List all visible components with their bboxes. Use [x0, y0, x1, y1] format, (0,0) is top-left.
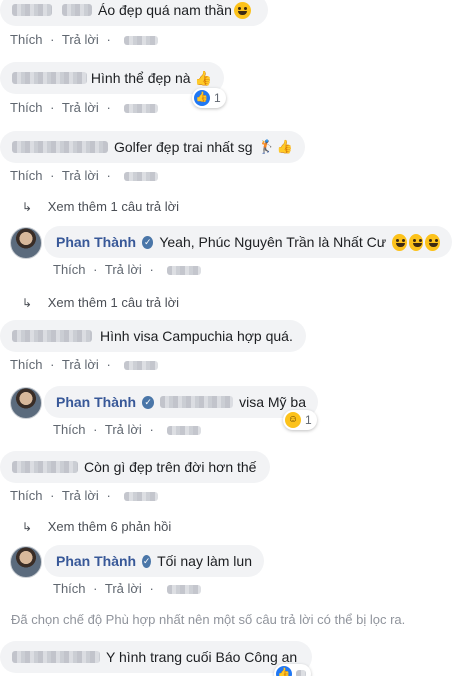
reply-bubble: Phan Thành ✓ Yeah, Phúc Nguyên Trần là N…	[44, 226, 452, 258]
view-more-replies-link[interactable]: ↳ Xem thêm 1 câu trả lời	[22, 295, 179, 310]
reply-text: Tối nay làm lun	[157, 553, 252, 569]
blurred-author-name	[12, 4, 52, 16]
blurred-author-name	[12, 141, 108, 153]
reply-actions: Thích · Trả lời ·	[53, 262, 205, 277]
comment-actions: Thích · Trả lời ·	[10, 488, 162, 503]
blurred-timestamp	[124, 361, 159, 371]
author-name[interactable]: Phan Thành	[56, 234, 136, 250]
reply-text: Yeah, Phúc Nguyên Trần là Nhất Cư	[159, 234, 387, 250]
reply-link[interactable]: Trả lời	[62, 32, 99, 47]
smile-emoji-icon	[408, 233, 424, 251]
comment-bubble: Golfer đẹp trai nhất sg 🏌 👍	[0, 131, 305, 163]
comment-bubble: Hình visa Campuchia hợp quá.	[0, 320, 306, 352]
reply-link[interactable]: Trả lời	[62, 168, 99, 183]
blurred-timestamp	[124, 172, 159, 182]
like-link[interactable]: Thích	[10, 357, 43, 372]
reply-arrow-icon: ↳	[22, 520, 33, 534]
view-more-replies-link[interactable]: ↳ Xem thêm 1 câu trả lời	[22, 199, 179, 214]
reply-bubble: Phan Thành ✓ visa Mỹ ba	[44, 386, 318, 418]
like-link[interactable]: Thích	[10, 488, 43, 503]
blurred-timestamp	[124, 36, 159, 46]
avatar[interactable]	[10, 227, 42, 259]
reply-link[interactable]: Trả lời	[105, 581, 142, 596]
smile-emoji-icon	[425, 233, 441, 251]
reply-link[interactable]: Trả lời	[105, 422, 142, 437]
verified-badge-icon: ✓	[142, 554, 152, 568]
comment-text: Hình visa Campuchia hợp quá.	[100, 328, 293, 344]
comment-bubble: Y hình trang cuối Báo Công an	[0, 641, 312, 673]
author-name[interactable]: Phan Thành	[56, 553, 136, 569]
blurred-timestamp	[167, 426, 202, 436]
comment-text: Áo đẹp quá nam thần	[98, 2, 232, 18]
reply-link[interactable]: Trả lời	[62, 488, 99, 503]
reaction-count[interactable]: 👍	[274, 664, 311, 676]
blurred-reaction-count	[296, 670, 306, 676]
haha-reaction-icon: ☺	[285, 412, 301, 428]
like-link[interactable]: Thích	[53, 581, 86, 596]
smile-emoji-icon	[392, 233, 407, 251]
smile-emoji-icon	[233, 1, 251, 19]
blurred-author-name	[12, 651, 100, 663]
verified-badge-icon: ✓	[142, 395, 155, 409]
filter-notice: Đã chọn chế độ Phù hợp nhất nên một số c…	[11, 612, 406, 627]
comment-bubble: Còn gì đẹp trên đời hơn thế	[0, 451, 270, 483]
blurred-timestamp	[167, 585, 202, 595]
blurred-author-name	[12, 461, 78, 473]
blurred-author-name	[12, 72, 87, 84]
view-more-replies-link[interactable]: ↳ Xem thêm 6 phản hồi	[22, 519, 171, 534]
like-link[interactable]: Thích	[10, 100, 43, 115]
comment-bubble: Áo đẹp quá nam thần	[0, 0, 268, 26]
blurred-author-name	[12, 330, 92, 342]
blurred-timestamp	[167, 266, 202, 276]
reply-actions: Thích · Trả lời ·	[53, 422, 205, 437]
reply-text: visa Mỹ ba	[239, 394, 306, 410]
like-link[interactable]: Thích	[53, 262, 86, 277]
reaction-count[interactable]: ☺ 1	[283, 410, 317, 430]
reply-arrow-icon: ↳	[22, 296, 33, 310]
comment-text: Y hình trang cuối Báo Công an	[106, 649, 298, 665]
thumbs-up-emoji-icon: 👍	[194, 69, 212, 86]
blurred-timestamp	[124, 104, 159, 114]
author-name[interactable]: Phan Thành	[56, 394, 136, 410]
comment-text: Golfer đẹp trai nhất sg	[114, 139, 253, 155]
blurred-tagged-name	[160, 396, 234, 408]
golfer-emoji-icon: 🏌	[258, 139, 275, 154]
comment-text: Hình thể đẹp nà	[90, 70, 191, 86]
reaction-count[interactable]: 👍 1	[192, 88, 226, 108]
comment-text: Còn gì đẹp trên đời hơn thế	[84, 459, 257, 475]
comment-actions: Thích · Trả lời ·	[10, 32, 162, 47]
like-link[interactable]: Thích	[10, 32, 43, 47]
comment-actions: Thích · Trả lời ·	[10, 357, 162, 372]
reply-arrow-icon: ↳	[22, 200, 33, 214]
like-reaction-icon: 👍	[194, 90, 210, 106]
like-reaction-icon: 👍	[276, 666, 292, 676]
reply-link[interactable]: Trả lời	[105, 262, 142, 277]
avatar[interactable]	[10, 387, 42, 419]
reply-link[interactable]: Trả lời	[62, 100, 99, 115]
verified-badge-icon: ✓	[142, 235, 154, 249]
comment-actions: Thích · Trả lời ·	[10, 168, 162, 183]
comment-actions: Thích · Trả lời ·	[10, 100, 162, 115]
reply-actions: Thích · Trả lời ·	[53, 581, 205, 596]
blurred-timestamp	[124, 492, 159, 502]
reply-bubble: Phan Thành ✓ Tối nay làm lun	[44, 545, 264, 577]
comment-bubble: Hình thể đẹp nà 👍	[0, 62, 224, 94]
thumbs-up-emoji-icon: 👍	[276, 139, 293, 154]
like-link[interactable]: Thích	[53, 422, 86, 437]
reply-link[interactable]: Trả lời	[62, 357, 99, 372]
avatar[interactable]	[10, 546, 42, 578]
like-link[interactable]: Thích	[10, 168, 43, 183]
blurred-author-name	[62, 4, 92, 16]
